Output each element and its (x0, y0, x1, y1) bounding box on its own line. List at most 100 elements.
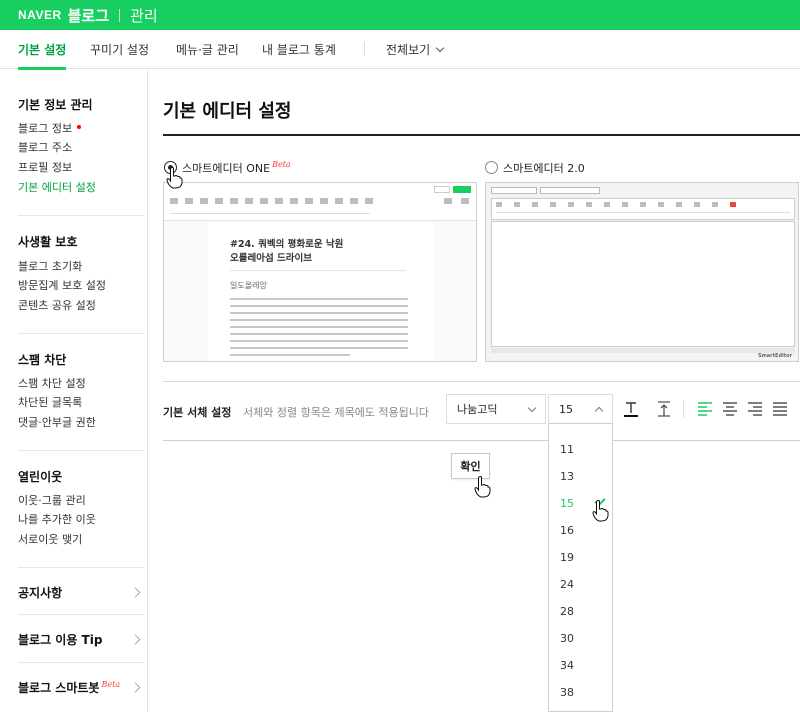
sidebar-divider (18, 215, 145, 216)
sidebar-item-content-sharing[interactable]: 콘텐츠 공유 설정 (18, 297, 96, 313)
new-dot-icon (77, 125, 82, 129)
preview-text-line (230, 347, 408, 349)
tab-basic-settings[interactable]: 기본 설정 (18, 30, 67, 70)
preview-icon (350, 198, 358, 204)
font-size-option[interactable]: 24 (560, 578, 574, 591)
sidebar-item-visit-count-protection[interactable]: 방문집계 보호 설정 (18, 277, 106, 293)
font-size-option[interactable]: 13 (560, 470, 574, 483)
sidebar-link-notice[interactable]: 공지사항 (18, 584, 62, 601)
preview-category-select (491, 187, 537, 194)
sidebar-item-label: 블로그 정보 (18, 122, 73, 135)
preview-page: #24. 쿼벡의 평화로운 낙원 오를레아섬 드라이브 일도올레앙 (208, 222, 434, 361)
preview-icon (604, 202, 610, 207)
sidebar-item-blocked-posts[interactable]: 차단된 글목록 (18, 394, 82, 410)
editor-one-preview[interactable]: #24. 쿼벡의 평화로운 낙원 오를레아섬 드라이브 일도올레앙 (163, 182, 477, 362)
align-left-icon (697, 402, 712, 416)
preview-divider (230, 270, 406, 271)
preview-button (434, 186, 450, 193)
sidebar-link-label: 블로그 스마트봇 (18, 681, 100, 695)
preview-icon (676, 202, 682, 207)
font-family-select[interactable]: 나눔고딕 (446, 394, 546, 424)
section-divider (163, 440, 800, 441)
preview-post-title-2: 오를레아섬 드라이브 (230, 253, 312, 264)
font-size-option-selected[interactable]: 15 (560, 497, 574, 510)
sidebar-link-smartbot[interactable]: 블로그 스마트봇 Beta (18, 679, 120, 696)
preview-icon (290, 198, 298, 204)
sidebar-link-tips[interactable]: 블로그 이용 Tip (18, 631, 102, 648)
preview-icon (658, 202, 664, 207)
sidebar-item-blog-info[interactable]: 블로그 정보 (18, 120, 82, 136)
blog-logo[interactable]: 블로그 (68, 5, 109, 26)
sidebar-item-blog-address[interactable]: 블로그 주소 (18, 139, 72, 155)
sidebar-item-mutual-neighbor[interactable]: 서로이웃 맺기 (18, 531, 82, 547)
chevron-up-icon (594, 406, 604, 416)
preview-icon (496, 202, 502, 207)
editor-one-label[interactable]: 스마트에디터 ONE Beta (182, 160, 291, 176)
preview-icon (514, 202, 520, 207)
preview-format-bar (496, 212, 790, 213)
sidebar-section-privacy: 사생활 보호 (18, 235, 78, 249)
text-color-icon (623, 402, 638, 417)
preview-icon (640, 202, 646, 207)
chevron-right-icon (130, 634, 141, 645)
sidebar-item-neighbor-group-management[interactable]: 이웃·그룹 관리 (18, 492, 86, 508)
preview-icon (335, 198, 343, 204)
hand-cursor-icon (166, 167, 183, 189)
sidebar-section-spam: 스팸 차단 (18, 353, 67, 367)
text-background-icon (657, 401, 670, 417)
chevron-down-icon (527, 403, 537, 413)
sidebar-item-comment-permission[interactable]: 댓글·안부글 권한 (18, 414, 96, 430)
hand-cursor-icon (474, 476, 491, 498)
naver-logo[interactable]: NAVER (18, 8, 62, 22)
chevron-down-icon (435, 43, 445, 52)
sidebar-divider (18, 614, 145, 615)
tab-divider (364, 42, 365, 56)
editor-two-radio[interactable] (485, 161, 498, 174)
sidebar-item-spam-block-settings[interactable]: 스팸 차단 설정 (18, 375, 86, 391)
font-size-option[interactable]: 34 (560, 659, 574, 672)
preview-icon (712, 202, 718, 207)
preview-icon (550, 202, 556, 207)
font-size-option[interactable]: 28 (560, 605, 574, 618)
preview-icon (200, 198, 208, 204)
editor-two-preview[interactable]: SmartEditor (485, 182, 799, 362)
preview-icon (730, 202, 736, 207)
font-size-option[interactable]: 38 (560, 686, 574, 699)
preview-icon (320, 198, 328, 204)
editor-two-label[interactable]: 스마트에디터 2.0 (503, 160, 585, 176)
tab-blog-statistics[interactable]: 내 블로그 통계 (262, 30, 336, 69)
preview-text-line (230, 305, 408, 307)
hand-cursor-icon (592, 500, 609, 522)
sidebar: 기본 정보 관리 블로그 정보 블로그 주소 프로필 정보 기본 에디터 설정 … (0, 70, 148, 712)
tab-view-all[interactable]: 전체보기 (386, 30, 445, 69)
align-justify-button[interactable] (763, 394, 796, 424)
font-size-select[interactable]: 15 (548, 394, 613, 424)
font-size-option[interactable]: 19 (560, 551, 574, 564)
align-right-icon (747, 402, 762, 416)
align-center-icon (722, 402, 737, 416)
font-size-option[interactable]: 11 (560, 443, 574, 456)
preview-icon (260, 198, 268, 204)
sidebar-item-neighbors-added-me[interactable]: 나를 추가한 이웃 (18, 511, 96, 527)
font-size-option[interactable]: 30 (560, 632, 574, 645)
preview-icon (275, 198, 283, 204)
tab-menu-post-management[interactable]: 메뉴·글 관리 (176, 30, 239, 69)
text-color-button[interactable] (614, 394, 647, 424)
tab-label: 꾸미기 설정 (90, 43, 150, 57)
preview-post-title: #24. 쿼벡의 평화로운 낙원 (230, 239, 344, 250)
sidebar-item-profile-info[interactable]: 프로필 정보 (18, 159, 72, 175)
font-size-dropdown: 11 13 15 16 19 24 28 30 34 38 (548, 423, 613, 712)
sidebar-item-blog-reset[interactable]: 블로그 초기화 (18, 258, 82, 274)
sidebar-item-default-editor[interactable]: 기본 에디터 설정 (18, 179, 96, 195)
tab-label: 메뉴·글 관리 (176, 43, 239, 57)
font-size-option[interactable]: 16 (560, 524, 574, 537)
preview-icon (365, 198, 373, 204)
tab-decoration-settings[interactable]: 꾸미기 설정 (90, 30, 149, 69)
title-rule (163, 134, 800, 136)
preview-icon (305, 198, 313, 204)
sidebar-divider (18, 662, 145, 663)
preview-icon (170, 198, 178, 204)
text-background-button[interactable] (647, 394, 680, 424)
preview-title-input (540, 187, 600, 194)
font-settings-label: 기본 서체 설정 (163, 406, 232, 419)
